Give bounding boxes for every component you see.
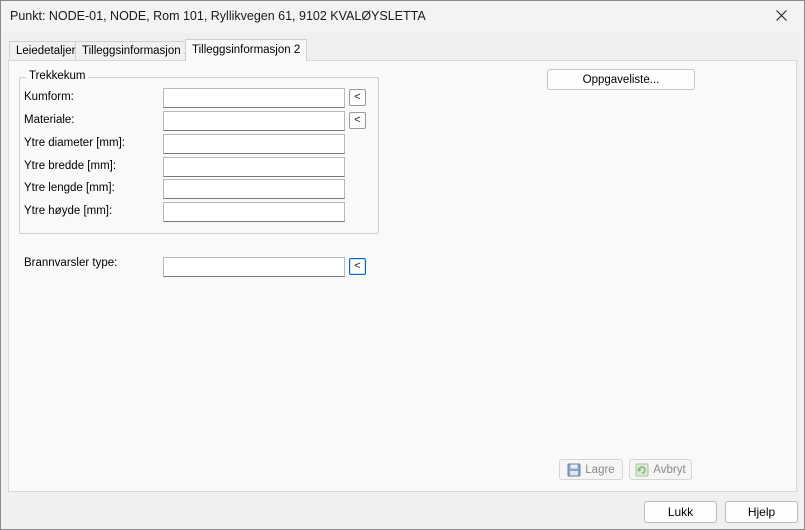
tab-panel: Trekkekum Kumform: < Materiale: < Ytre d… [8, 60, 797, 492]
oppgaveliste-button[interactable]: Oppgaveliste... [547, 69, 695, 90]
ytre-diameter-field[interactable] [163, 134, 345, 154]
lagre-label: Lagre [585, 463, 615, 476]
title-bar: Punkt: NODE-01, NODE, Rom 101, Ryllikveg… [1, 1, 804, 33]
group-title: Trekkekum [26, 70, 89, 82]
ytre-hoyde-field[interactable] [163, 202, 345, 222]
materiale-label: Materiale: [24, 114, 75, 126]
ytre-bredde-field[interactable] [163, 157, 345, 177]
ytre-bredde-label: Ytre bredde [mm]: [24, 160, 117, 172]
tab-leiedetaljer[interactable]: Leiedetaljer [9, 41, 83, 61]
brannvarsler-label: Brannvarsler type: [24, 257, 118, 269]
oppgaveliste-label: Oppgaveliste... [582, 73, 660, 86]
hjelp-button[interactable]: Hjelp [725, 501, 798, 523]
tab-tilleggsinformasjon-1[interactable]: Tilleggsinformasjon 1 [75, 41, 198, 61]
ytre-diameter-label: Ytre diameter [mm]: [24, 137, 125, 149]
close-icon [775, 9, 787, 24]
close-button[interactable] [758, 1, 804, 32]
avbryt-label: Avbryt [653, 463, 686, 476]
window-title: Punkt: NODE-01, NODE, Rom 101, Ryllikveg… [10, 9, 426, 23]
floppy-disk-icon [567, 463, 581, 477]
materiale-picker-button[interactable]: < [349, 112, 366, 129]
ytre-hoyde-label: Ytre høyde [mm]: [24, 205, 113, 217]
dialog-window: Punkt: NODE-01, NODE, Rom 101, Ryllikveg… [0, 0, 805, 530]
lukk-label: Lukk [667, 505, 694, 519]
tab-tilleggsinformasjon-2[interactable]: Tilleggsinformasjon 2 [185, 39, 308, 61]
materiale-field[interactable] [163, 111, 345, 131]
avbryt-button[interactable]: Avbryt [629, 459, 692, 480]
kumform-picker-button[interactable]: < [349, 89, 366, 106]
kumform-label: Kumform: [24, 91, 74, 103]
kumform-field[interactable] [163, 88, 345, 108]
ytre-lengde-label: Ytre lengde [mm]: [24, 182, 115, 194]
hjelp-label: Hjelp [747, 505, 776, 519]
ytre-lengde-field[interactable] [163, 179, 345, 199]
brannvarsler-field[interactable] [163, 257, 345, 277]
brannvarsler-picker-button[interactable]: < [349, 258, 366, 275]
lagre-button[interactable]: Lagre [559, 459, 623, 480]
lukk-button[interactable]: Lukk [644, 501, 717, 523]
undo-refresh-icon [635, 463, 649, 477]
